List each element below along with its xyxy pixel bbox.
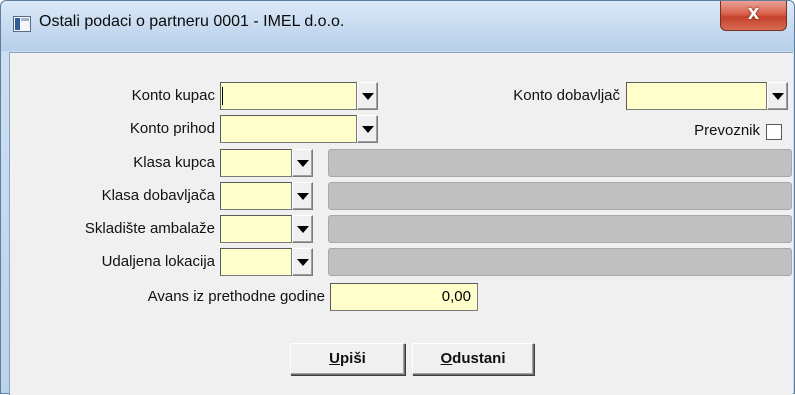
odustani-label: dustani xyxy=(452,350,506,367)
konto-prihod-dropdown-button[interactable] xyxy=(357,115,378,143)
dialog-body: Konto kupac Konto dobavljač Konto prihod… xyxy=(9,52,793,395)
klasa-kupca-description xyxy=(328,149,792,177)
udaljena-lokacija-input[interactable] xyxy=(220,248,292,276)
odustani-button[interactable]: Odustani xyxy=(412,343,534,375)
skladiste-ambalaze-description xyxy=(328,215,792,243)
udaljena-lokacija-label: Udaljena lokacija xyxy=(101,253,215,270)
klasa-dobavljaca-label: Klasa dobavljača xyxy=(101,187,215,204)
klasa-dobavljaca-dropdown-button[interactable] xyxy=(292,182,313,210)
window-title: Ostali podaci o partneru 0001 - IMEL d.o… xyxy=(39,13,345,30)
konto-dobavljac-label: Konto dobavljač xyxy=(513,87,620,104)
udaljena-lokacija-description xyxy=(328,248,792,276)
odustani-mnemonic: O xyxy=(440,350,453,367)
close-button[interactable]: X xyxy=(720,1,787,31)
konto-prihod-label: Konto prihod xyxy=(129,120,215,137)
konto-prihod-input[interactable] xyxy=(220,115,357,143)
konto-dobavljac-input[interactable] xyxy=(626,82,767,110)
text-caret xyxy=(222,87,223,105)
skladiste-ambalaze-dropdown-button[interactable] xyxy=(292,215,313,243)
avans-label: Avans iz prethodne godine xyxy=(147,288,325,305)
app-icon xyxy=(13,16,31,32)
avans-input[interactable]: 0,00 xyxy=(330,283,478,311)
prevoznik-checkbox[interactable] xyxy=(766,124,782,140)
klasa-kupca-input[interactable] xyxy=(220,149,292,177)
klasa-dobavljaca-description xyxy=(328,182,792,210)
klasa-dobavljaca-input[interactable] xyxy=(220,182,292,210)
klasa-kupca-dropdown-button[interactable] xyxy=(292,149,313,177)
upisi-mnemonic: U xyxy=(329,350,340,367)
konto-dobavljac-dropdown-button[interactable] xyxy=(767,82,788,110)
upisi-label: piši xyxy=(340,350,366,367)
klasa-kupca-label: Klasa kupca xyxy=(133,154,215,171)
dialog-window: Ostali podaci o partneru 0001 - IMEL d.o… xyxy=(0,0,795,395)
upisi-button[interactable]: Upiši xyxy=(290,343,405,375)
skladiste-ambalaze-input[interactable] xyxy=(220,215,292,243)
title-bar[interactable]: Ostali podaci o partneru 0001 - IMEL d.o… xyxy=(1,1,794,51)
konto-kupac-dropdown-button[interactable] xyxy=(357,82,378,110)
konto-kupac-label: Konto kupac xyxy=(131,87,215,104)
udaljena-lokacija-dropdown-button[interactable] xyxy=(292,248,313,276)
konto-kupac-input[interactable] xyxy=(220,82,357,110)
prevoznik-label: Prevoznik xyxy=(694,122,760,139)
skladiste-ambalaze-label: Skladište ambalaže xyxy=(84,220,215,237)
